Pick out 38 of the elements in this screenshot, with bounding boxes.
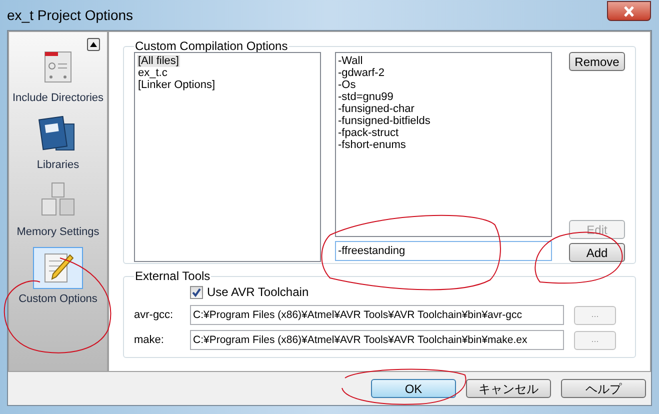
option-list-item[interactable]: -funsigned-bitfields: [338, 115, 549, 127]
option-list-item[interactable]: -funsigned-char: [338, 103, 549, 115]
dialog-button[interactable]: OK: [371, 379, 456, 398]
sidebar-item[interactable]: Memory Settings: [10, 180, 106, 239]
group-title: External Tools: [134, 270, 212, 282]
scroll-up-button[interactable]: [87, 38, 100, 51]
close-button[interactable]: [607, 1, 651, 21]
option-list-item[interactable]: -Wall: [338, 55, 549, 67]
dialog-button[interactable]: Add: [569, 243, 625, 262]
sidebar-item[interactable]: Libraries: [10, 113, 106, 172]
sidebar-item[interactable]: Custom Options: [10, 247, 106, 306]
option-input-field[interactable]: -ffreestanding: [335, 241, 552, 261]
file-list-item[interactable]: ex_t.c: [137, 67, 168, 79]
sidebar-item-label: Memory Settings: [16, 226, 100, 239]
tool-label: make:: [134, 332, 165, 348]
notepad-pencil-icon: [42, 251, 74, 285]
close-icon: [623, 6, 635, 16]
file-list-item[interactable]: [All files]: [137, 55, 180, 67]
checkbox[interactable]: [190, 286, 203, 298]
window-title: ex_t Project Options: [7, 6, 134, 25]
option-list-item[interactable]: -std=gnu99: [338, 91, 549, 103]
sidebar-item-label: Libraries: [36, 159, 80, 172]
checkbox-label: Use AVR Toolchain: [207, 284, 309, 301]
dialog-button[interactable]: ヘルプ: [561, 379, 646, 398]
up-triangle-icon: [90, 42, 97, 47]
sidebar-item[interactable]: Include Directories: [10, 46, 106, 105]
sidebar-item-label: Custom Options: [18, 293, 98, 306]
option-list-item[interactable]: -fshort-enums: [338, 139, 549, 151]
tool-label: avr-gcc:: [134, 308, 174, 323]
group-title: Custom Compilation Options: [134, 40, 289, 52]
file-list-item[interactable]: [Linker Options]: [137, 79, 216, 91]
dialog-button[interactable]: キャンセル: [466, 379, 551, 398]
option-list-item[interactable]: -gdwarf-2: [338, 67, 549, 79]
option-list-item[interactable]: -fpack-struct: [338, 127, 549, 139]
dialog-button[interactable]: Remove: [569, 52, 625, 71]
check-icon: [192, 288, 201, 296]
option-list-item[interactable]: -Os: [338, 79, 549, 91]
sidebar-item-label: Include Directories: [11, 92, 105, 105]
